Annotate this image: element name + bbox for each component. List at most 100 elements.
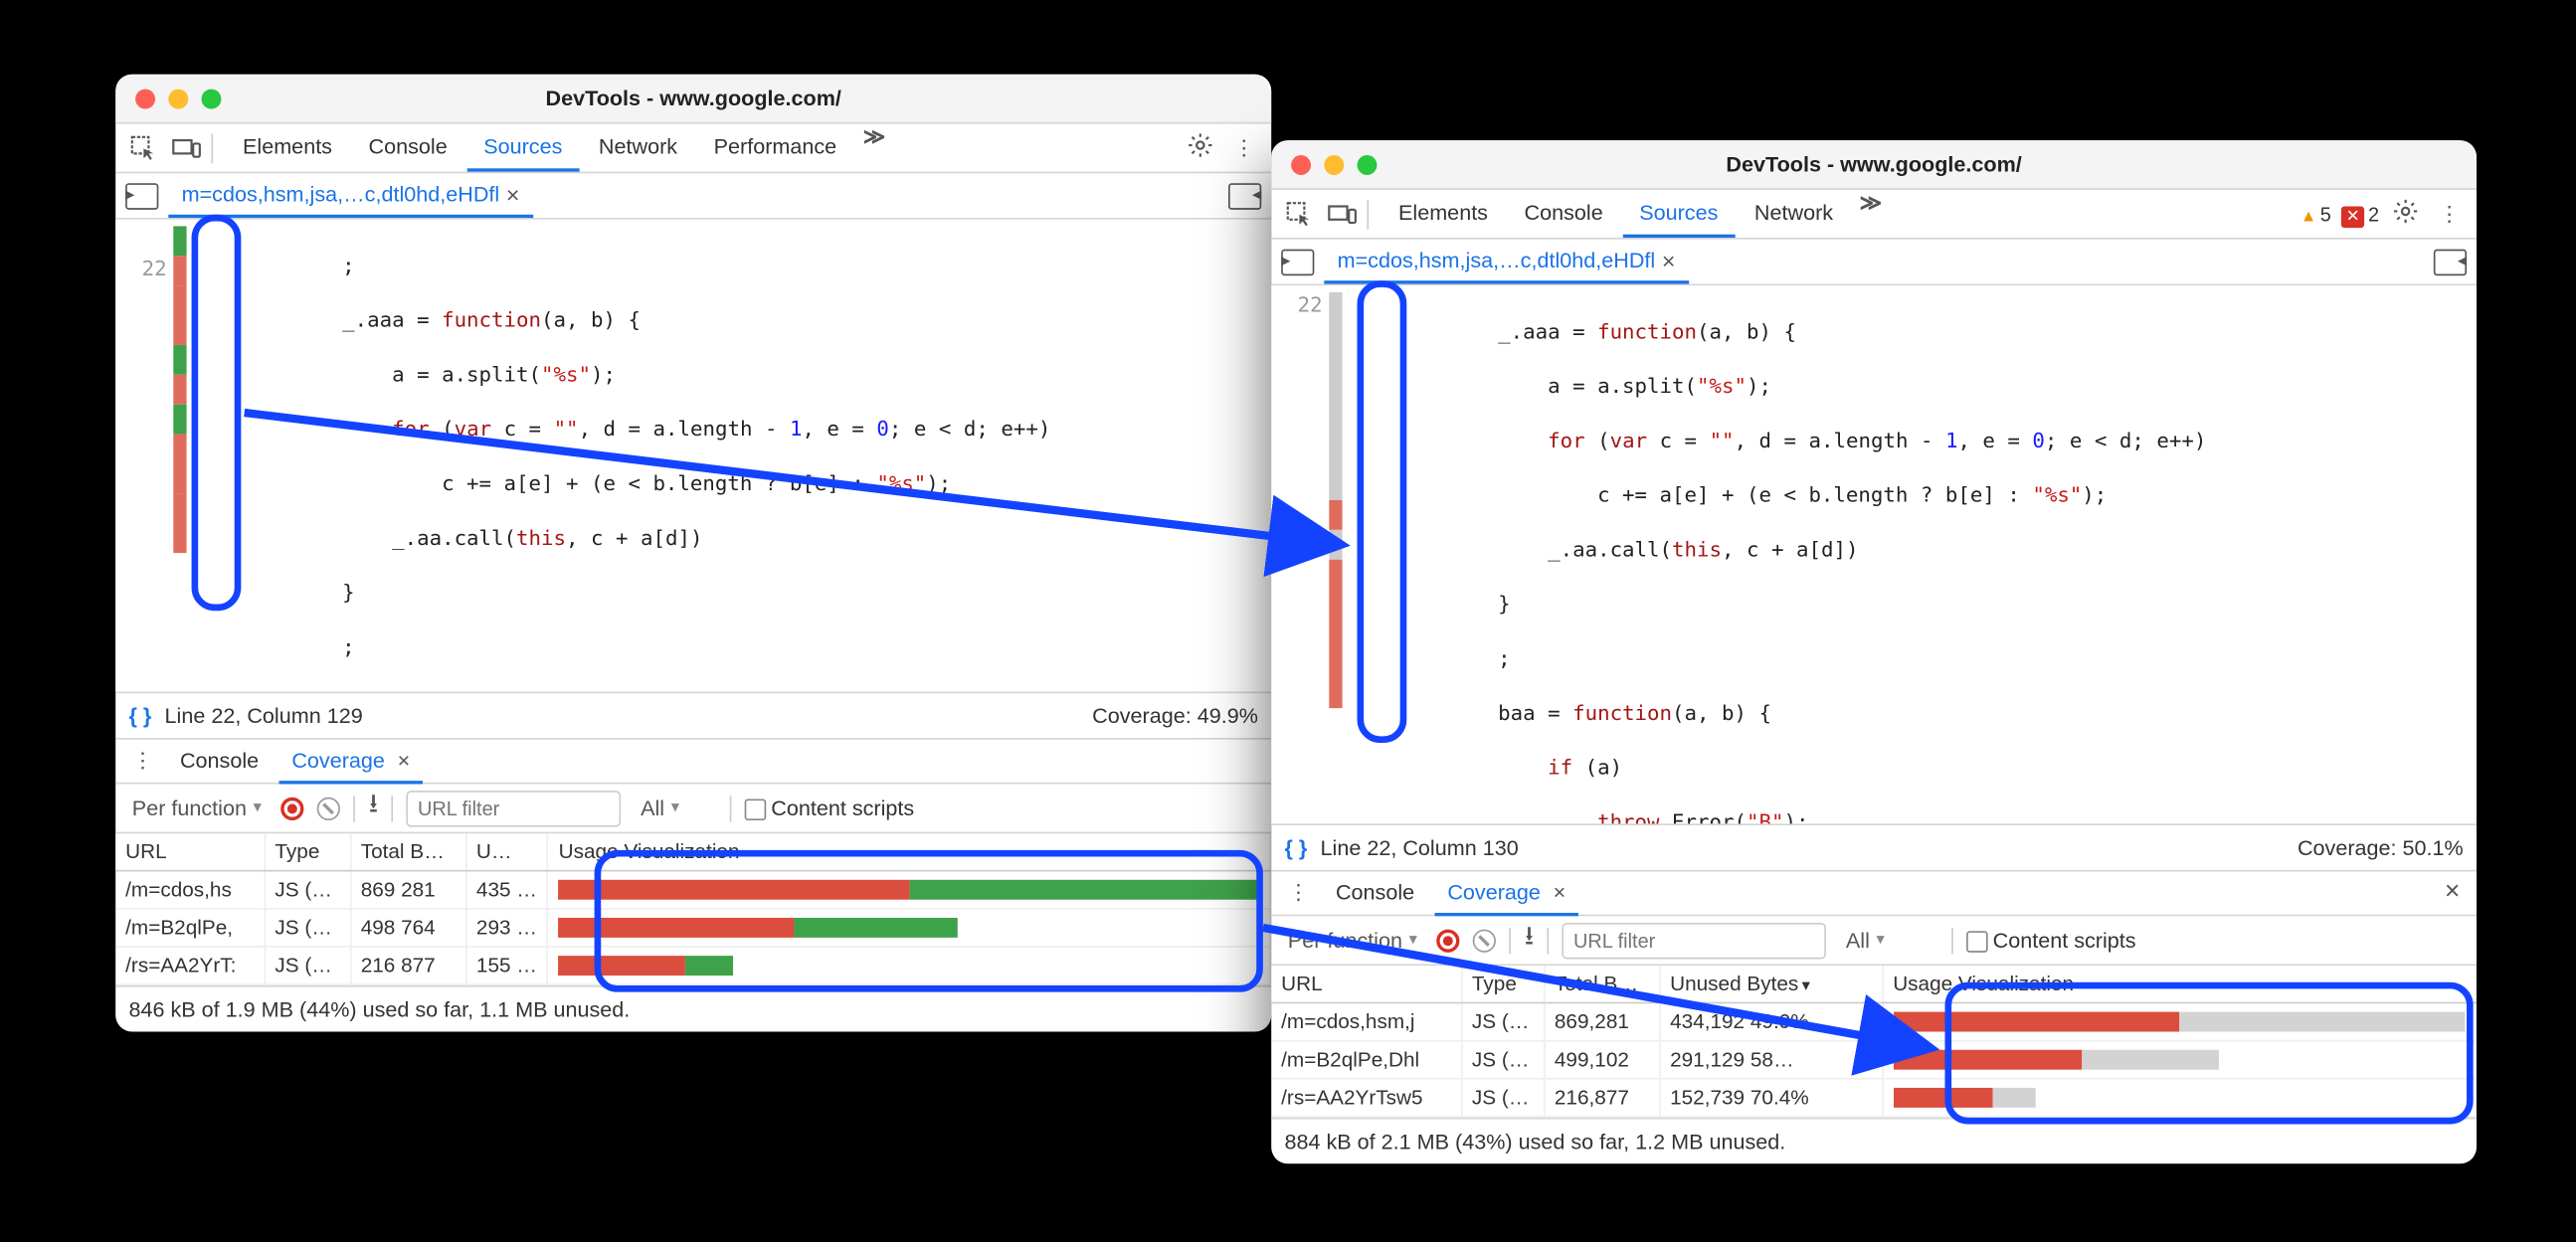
window-title: DevTools - www.google.com/ bbox=[1288, 152, 2461, 177]
coverage-granularity-dropdown[interactable]: Per function bbox=[125, 793, 268, 824]
zoom-window-icon[interactable] bbox=[202, 89, 222, 108]
table-header-row: URL Type Total B… U… Usage Visualization bbox=[115, 833, 1270, 870]
cursor-position: Line 22, Column 130 bbox=[1321, 835, 1519, 860]
drawer-tab-console[interactable]: Console bbox=[1323, 871, 1428, 916]
table-row[interactable]: /m=cdos,hsm,jJS (…869,281434,192 49.9% bbox=[1271, 1002, 2476, 1040]
url-filter-input[interactable] bbox=[406, 790, 621, 826]
titlebar: DevTools - www.google.com/ bbox=[1271, 140, 2477, 190]
clear-icon[interactable] bbox=[1473, 929, 1496, 952]
close-tab-icon[interactable]: × bbox=[506, 181, 520, 208]
col-total[interactable]: Total B… bbox=[1544, 966, 1659, 1002]
record-icon[interactable] bbox=[281, 797, 304, 819]
inspect-icon[interactable] bbox=[125, 129, 162, 166]
more-tabs-icon[interactable]: ≫ bbox=[856, 124, 892, 172]
col-unused[interactable]: Unused Bytes bbox=[1659, 966, 1882, 1002]
coverage-table[interactable]: URL Type Total B… U… Usage Visualization… bbox=[115, 833, 1271, 985]
line-gutter: 22 bbox=[1271, 285, 1329, 823]
toggle-navigator-icon[interactable] bbox=[1281, 249, 1314, 275]
coverage-table[interactable]: URL Type Total B… Unused Bytes Usage Vis… bbox=[1271, 966, 2477, 1118]
error-badge[interactable]: ✕2 bbox=[2341, 202, 2379, 225]
col-unused[interactable]: U… bbox=[465, 833, 548, 870]
drawer-menu-icon[interactable]: ⋮ bbox=[125, 748, 160, 775]
tab-network[interactable]: Network bbox=[1738, 190, 1849, 238]
col-usage[interactable]: Usage Visualization bbox=[1882, 966, 2476, 1002]
tab-elements[interactable]: Elements bbox=[1381, 190, 1504, 238]
tab-elements[interactable]: Elements bbox=[226, 124, 348, 172]
inspect-icon[interactable] bbox=[1281, 196, 1318, 233]
col-type[interactable]: Type bbox=[265, 833, 350, 870]
minimize-window-icon[interactable] bbox=[1324, 154, 1344, 174]
table-row[interactable]: /m=B2qlPe,JS (…498 764293 … bbox=[115, 909, 1270, 947]
type-filter-dropdown[interactable]: All bbox=[634, 793, 716, 824]
settings-icon[interactable] bbox=[2386, 198, 2426, 230]
drawer-menu-icon[interactable]: ⋮ bbox=[1281, 880, 1316, 907]
warning-badge[interactable]: 5 bbox=[2300, 202, 2331, 225]
window-title: DevTools - www.google.com/ bbox=[132, 86, 1255, 110]
coverage-status: Coverage: 50.1% bbox=[2298, 835, 2464, 860]
clear-icon[interactable] bbox=[317, 797, 340, 819]
code-content: ; _.aaa = function(a, b) { a = a.split("… bbox=[187, 220, 1272, 692]
tab-performance[interactable]: Performance bbox=[697, 124, 853, 172]
col-url[interactable]: URL bbox=[115, 833, 264, 870]
table-row[interactable]: /rs=AA2YrT:JS (…216 877155 … bbox=[115, 947, 1270, 984]
close-drawer-tab-icon[interactable]: × bbox=[398, 747, 411, 772]
tab-sources[interactable]: Sources bbox=[1623, 190, 1735, 238]
table-header-row: URL Type Total B… Unused Bytes Usage Vis… bbox=[1271, 966, 2476, 1002]
coverage-toolbar: Per function All Content scripts bbox=[1271, 916, 2477, 966]
coverage-status: Coverage: 49.9% bbox=[1092, 703, 1258, 728]
table-row[interactable]: /rs=AA2YrTsw5JS (…216,877152,739 70.4% bbox=[1271, 1079, 2476, 1117]
minimize-window-icon[interactable] bbox=[168, 89, 188, 108]
file-tab-row: m=cdos,hsm,jsa,…c,dtl0hd,eHDfl × bbox=[115, 173, 1271, 219]
type-filter-dropdown[interactable]: All bbox=[1839, 925, 1938, 957]
record-icon[interactable] bbox=[1437, 929, 1460, 952]
more-tabs-icon[interactable]: ≫ bbox=[1853, 190, 1889, 238]
devtools-window-1: DevTools - www.google.com/ Elements Cons… bbox=[115, 75, 1271, 1032]
cursor-position: Line 22, Column 129 bbox=[165, 703, 363, 728]
pretty-print-icon[interactable]: { } bbox=[1284, 835, 1307, 860]
editor-statusbar: { } Line 22, Column 130 Coverage: 50.1% bbox=[1271, 823, 2477, 869]
file-tab[interactable]: m=cdos,hsm,jsa,…c,dtl0hd,eHDfl × bbox=[168, 174, 532, 217]
drawer-tab-coverage[interactable]: Coverage × bbox=[278, 739, 423, 784]
main-toolbar: Elements Console Sources Network ≫ 5 ✕2 … bbox=[1271, 190, 2477, 240]
close-drawer-icon[interactable]: × bbox=[2438, 878, 2467, 908]
url-filter-input[interactable] bbox=[1562, 922, 1826, 959]
code-editor[interactable]: 22 ; _.aaa = function(a, b) { a = a.spli… bbox=[115, 220, 1271, 692]
close-window-icon[interactable] bbox=[135, 89, 155, 108]
tab-console[interactable]: Console bbox=[1508, 190, 1619, 238]
kebab-menu-icon[interactable]: ⋮ bbox=[1226, 134, 1261, 161]
toggle-debugger-icon[interactable] bbox=[1228, 182, 1261, 209]
toggle-navigator-icon[interactable] bbox=[125, 182, 158, 209]
close-window-icon[interactable] bbox=[1291, 154, 1311, 174]
close-drawer-tab-icon[interactable]: × bbox=[1554, 879, 1566, 904]
col-type[interactable]: Type bbox=[1461, 966, 1544, 1002]
export-icon[interactable] bbox=[1525, 918, 1534, 963]
col-url[interactable]: URL bbox=[1271, 966, 1461, 1002]
device-icon[interactable] bbox=[1324, 196, 1361, 233]
kebab-menu-icon[interactable]: ⋮ bbox=[2432, 201, 2467, 228]
tab-network[interactable]: Network bbox=[582, 124, 693, 172]
tab-console[interactable]: Console bbox=[352, 124, 463, 172]
export-icon[interactable] bbox=[369, 786, 378, 830]
line-gutter: 22 bbox=[115, 220, 173, 692]
file-tab-label: m=cdos,hsm,jsa,…c,dtl0hd,eHDfl bbox=[1338, 248, 1656, 272]
content-scripts-checkbox[interactable]: Content scripts bbox=[745, 796, 914, 820]
drawer-tab-coverage[interactable]: Coverage × bbox=[1434, 871, 1578, 916]
toggle-debugger-icon[interactable] bbox=[2434, 249, 2467, 275]
drawer-tab-console[interactable]: Console bbox=[167, 739, 273, 784]
pretty-print-icon[interactable]: { } bbox=[128, 703, 151, 728]
editor-statusbar: { } Line 22, Column 129 Coverage: 49.9% bbox=[115, 692, 1271, 738]
table-row[interactable]: /m=B2qlPe,DhlJS (…499,102291,129 58… bbox=[1271, 1041, 2476, 1079]
coverage-granularity-dropdown[interactable]: Per function bbox=[1281, 925, 1423, 957]
coverage-gutter bbox=[1329, 285, 1342, 823]
tab-sources[interactable]: Sources bbox=[467, 124, 579, 172]
close-tab-icon[interactable]: × bbox=[1662, 247, 1676, 273]
col-total[interactable]: Total B… bbox=[350, 833, 465, 870]
device-icon[interactable] bbox=[168, 129, 205, 166]
content-scripts-checkbox[interactable]: Content scripts bbox=[1966, 928, 2135, 953]
settings-icon[interactable] bbox=[1181, 132, 1220, 164]
col-usage[interactable]: Usage Visualization bbox=[548, 833, 1271, 870]
zoom-window-icon[interactable] bbox=[1358, 154, 1378, 174]
file-tab[interactable]: m=cdos,hsm,jsa,…c,dtl0hd,eHDfl × bbox=[1324, 241, 1688, 283]
code-editor[interactable]: 22 _.aaa = function(a, b) { a = a.split(… bbox=[1271, 285, 2477, 823]
table-row[interactable]: /m=cdos,hsJS (…869 281435 … bbox=[115, 871, 1270, 909]
